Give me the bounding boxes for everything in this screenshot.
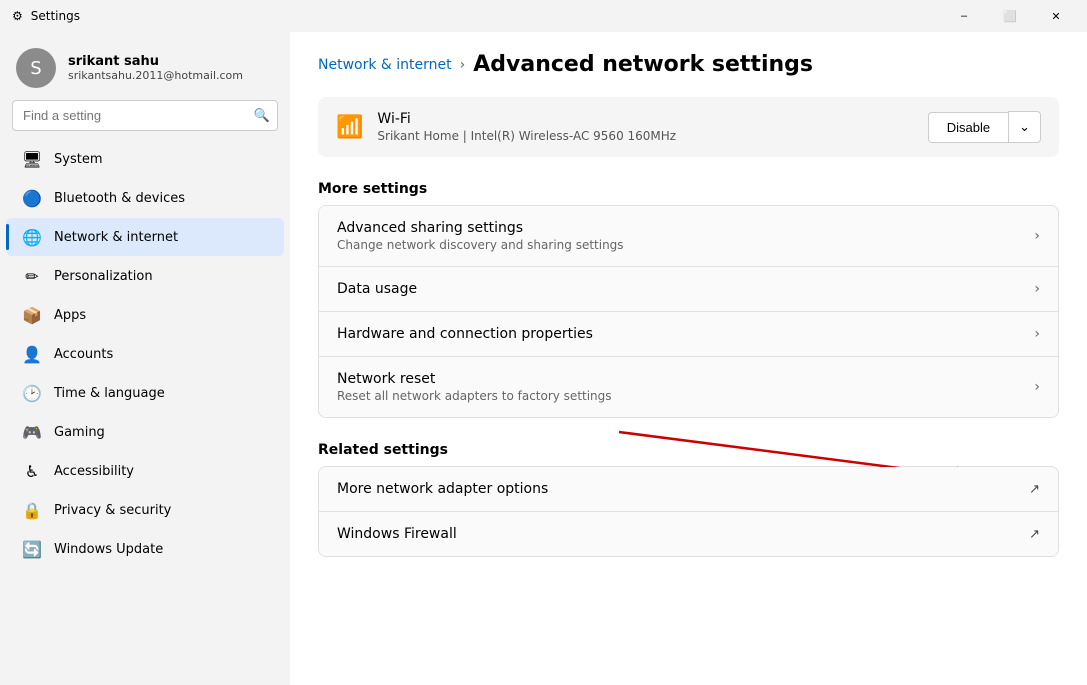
sidebar-item-label: Windows Update — [54, 542, 163, 557]
wifi-icon: 📶 — [336, 115, 363, 140]
gaming-icon: 🎮 — [22, 422, 42, 442]
sidebar-item-privacy[interactable]: 🔒 Privacy & security — [6, 491, 284, 529]
avatar: S — [16, 48, 56, 88]
row-title: Data usage — [337, 281, 1034, 297]
sidebar-item-windows-update[interactable]: 🔄 Windows Update — [6, 530, 284, 568]
page-title: Advanced network settings — [473, 52, 813, 77]
sidebar-item-personalization[interactable]: ✏ Personalization — [6, 257, 284, 295]
settings-row[interactable]: Windows Firewall ↗ — [319, 512, 1058, 556]
wifi-name: Wi-Fi — [377, 111, 913, 127]
system-icon: 🖥 — [22, 149, 42, 169]
external-link-icon: ↗ — [1029, 482, 1040, 497]
breadcrumb: Network & internet › Advanced network se… — [318, 52, 1059, 77]
related-settings-section: Related settings More network adapter op… — [318, 442, 1059, 557]
settings-row[interactable]: Hardware and connection properties › — [319, 312, 1058, 357]
content-area: Network & internet › Advanced network se… — [290, 32, 1087, 685]
minimize-button[interactable]: – — [941, 0, 987, 32]
disable-button[interactable]: Disable — [928, 112, 1008, 143]
accounts-icon: 👤 — [22, 344, 42, 364]
row-title: Advanced sharing settings — [337, 220, 1034, 236]
maximize-button[interactable]: ⬜ — [987, 0, 1033, 32]
row-text: More network adapter options — [337, 481, 1029, 497]
close-button[interactable]: ✕ — [1033, 0, 1079, 32]
search-icon: 🔍 — [254, 108, 270, 123]
sidebar: S srikant sahu srikantsahu.2011@hotmail.… — [0, 32, 290, 685]
sidebar-item-label: Privacy & security — [54, 503, 171, 518]
chevron-right-icon: › — [1034, 326, 1040, 342]
search-box: 🔍 — [12, 100, 278, 131]
row-text: Hardware and connection properties — [337, 326, 1034, 342]
row-title: Network reset — [337, 371, 1034, 387]
time-icon: 🕑 — [22, 383, 42, 403]
personalization-icon: ✏ — [22, 266, 42, 286]
windows-update-icon: 🔄 — [22, 539, 42, 559]
bluetooth-icon: 🔵 — [22, 188, 42, 208]
more-settings-list: Advanced sharing settings Change network… — [318, 205, 1059, 418]
user-info: srikant sahu srikantsahu.2011@hotmail.co… — [68, 54, 243, 82]
row-text: Network reset Reset all network adapters… — [337, 371, 1034, 403]
chevron-right-icon: › — [1034, 379, 1040, 395]
sidebar-item-apps[interactable]: 📦 Apps — [6, 296, 284, 334]
sidebar-item-label: Personalization — [54, 269, 153, 284]
related-settings-list: More network adapter options ↗ Windows F… — [318, 466, 1059, 557]
titlebar-title: Settings — [31, 9, 80, 23]
row-title: Windows Firewall — [337, 526, 1029, 542]
sidebar-item-label: System — [54, 152, 102, 167]
chevron-right-icon: › — [1034, 228, 1040, 244]
sidebar-item-label: Apps — [54, 308, 86, 323]
sidebar-item-accounts[interactable]: 👤 Accounts — [6, 335, 284, 373]
settings-row[interactable]: Advanced sharing settings Change network… — [319, 206, 1058, 267]
window-controls: – ⬜ ✕ — [941, 0, 1079, 32]
apps-icon: 📦 — [22, 305, 42, 325]
more-settings-header: More settings — [318, 181, 1059, 197]
related-settings-header: Related settings — [318, 442, 1059, 458]
sidebar-item-label: Bluetooth & devices — [54, 191, 185, 206]
sidebar-item-network[interactable]: 🌐 Network & internet — [6, 218, 284, 256]
sidebar-item-label: Time & language — [54, 386, 165, 401]
network-icon: 🌐 — [22, 227, 42, 247]
app-container: S srikant sahu srikantsahu.2011@hotmail.… — [0, 32, 1087, 685]
settings-icon: ⚙ — [12, 9, 23, 23]
sidebar-item-label: Gaming — [54, 425, 105, 440]
row-text: Data usage — [337, 281, 1034, 297]
sidebar-item-label: Accessibility — [54, 464, 134, 479]
sidebar-item-bluetooth[interactable]: 🔵 Bluetooth & devices — [6, 179, 284, 217]
row-subtitle: Change network discovery and sharing set… — [337, 238, 1034, 252]
sidebar-item-accessibility[interactable]: ♿ Accessibility — [6, 452, 284, 490]
user-email: srikantsahu.2011@hotmail.com — [68, 69, 243, 82]
user-name: srikant sahu — [68, 54, 243, 69]
sidebar-item-label: Accounts — [54, 347, 113, 362]
settings-row[interactable]: Data usage › — [319, 267, 1058, 312]
row-text: Advanced sharing settings Change network… — [337, 220, 1034, 252]
search-input[interactable] — [12, 100, 278, 131]
avatar-initial: S — [30, 58, 41, 79]
wifi-network-detail: Srikant Home | Intel(R) Wireless-AC 9560… — [377, 129, 913, 143]
settings-row[interactable]: More network adapter options ↗ — [319, 467, 1058, 512]
row-subtitle: Reset all network adapters to factory se… — [337, 389, 1034, 403]
row-title: More network adapter options — [337, 481, 1029, 497]
row-text: Windows Firewall — [337, 526, 1029, 542]
external-link-icon: ↗ — [1029, 527, 1040, 542]
settings-row[interactable]: Network reset Reset all network adapters… — [319, 357, 1058, 417]
breadcrumb-separator: › — [460, 57, 466, 73]
wifi-actions: Disable ⌄ — [928, 111, 1041, 143]
privacy-icon: 🔒 — [22, 500, 42, 520]
accessibility-icon: ♿ — [22, 461, 42, 481]
titlebar: ⚙ Settings – ⬜ ✕ — [0, 0, 1087, 32]
sidebar-item-time[interactable]: 🕑 Time & language — [6, 374, 284, 412]
sidebar-item-label: Network & internet — [54, 230, 178, 245]
chevron-right-icon: › — [1034, 281, 1040, 297]
sidebar-item-system[interactable]: 🖥 System — [6, 140, 284, 178]
wifi-info: Wi-Fi Srikant Home | Intel(R) Wireless-A… — [377, 111, 913, 143]
nav-list: 🖥 System 🔵 Bluetooth & devices 🌐 Network… — [0, 139, 290, 569]
user-section: S srikant sahu srikantsahu.2011@hotmail.… — [0, 32, 290, 100]
breadcrumb-parent[interactable]: Network & internet — [318, 57, 452, 73]
wifi-card: 📶 Wi-Fi Srikant Home | Intel(R) Wireless… — [318, 97, 1059, 157]
sidebar-item-gaming[interactable]: 🎮 Gaming — [6, 413, 284, 451]
wifi-expand-button[interactable]: ⌄ — [1008, 111, 1041, 143]
chevron-down-icon: ⌄ — [1019, 119, 1030, 134]
row-title: Hardware and connection properties — [337, 326, 1034, 342]
